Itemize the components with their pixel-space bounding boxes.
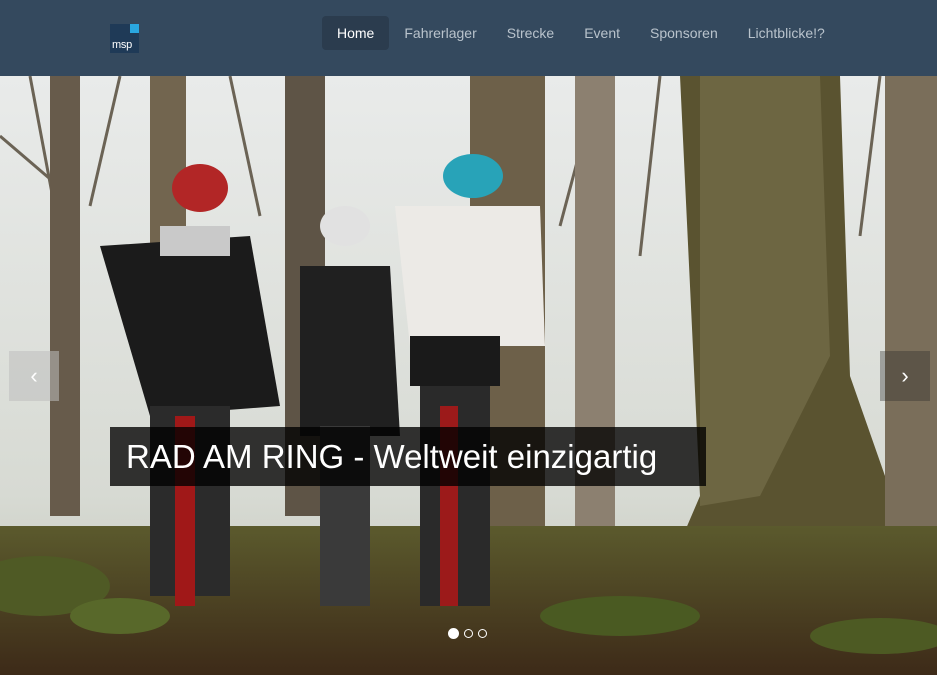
carousel-indicator-1[interactable] — [448, 628, 459, 639]
chevron-right-icon: › — [901, 363, 909, 388]
chevron-left-icon: ‹ — [30, 363, 38, 388]
carousel-indicator-2[interactable] — [464, 629, 473, 638]
nav-home[interactable]: Home — [322, 16, 390, 50]
logo-text: msp — [112, 39, 132, 51]
brand-logo[interactable]: msp — [110, 24, 139, 53]
nav-fahrerlager[interactable]: Fahrerlager — [389, 16, 491, 50]
nav-strecke[interactable]: Strecke — [492, 16, 569, 50]
carousel-indicators — [448, 628, 487, 639]
hero-photo — [0, 76, 937, 675]
carousel-next-button[interactable]: › — [880, 351, 930, 401]
hero-carousel: RAD AM RING - Weltweit einzigartig — [0, 76, 937, 675]
carousel-caption: RAD AM RING - Weltweit einzigartig — [110, 427, 706, 486]
main-nav: Home Fahrerlager Strecke Event Sponsoren… — [322, 16, 840, 50]
carousel-prev-button[interactable]: ‹ — [9, 351, 59, 401]
logo-accent — [130, 24, 139, 33]
nav-event[interactable]: Event — [569, 16, 635, 50]
carousel-caption-text: RAD AM RING - Weltweit einzigartig — [126, 438, 658, 475]
top-navbar: msp Home Fahrerlager Strecke Event Spons… — [0, 0, 937, 76]
nav-sponsoren[interactable]: Sponsoren — [635, 16, 733, 50]
nav-lichtblicke[interactable]: Lichtblicke!? — [733, 16, 840, 50]
carousel-indicator-3[interactable] — [478, 629, 487, 638]
